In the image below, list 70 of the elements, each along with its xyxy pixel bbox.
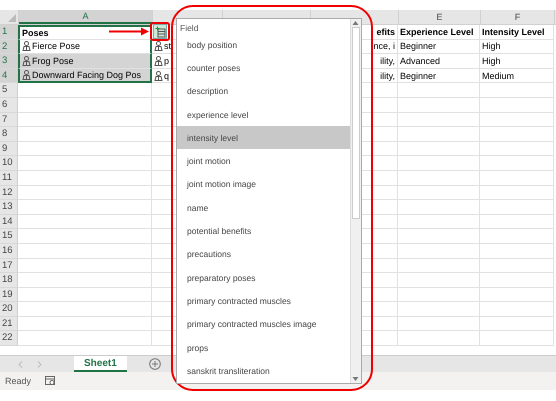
macro-record-icon[interactable] xyxy=(45,376,56,386)
field-list-button[interactable] xyxy=(153,24,167,39)
row-number[interactable]: 10 xyxy=(0,156,18,171)
row-number[interactable]: 19 xyxy=(0,288,18,302)
field-option[interactable]: sanskrit transliteration xyxy=(177,359,350,382)
cell-text: Fierce Pose xyxy=(32,41,80,52)
field-option[interactable]: props xyxy=(177,336,350,360)
pointer-arrow xyxy=(108,27,150,36)
cell-text: Poses xyxy=(22,28,49,38)
row-number[interactable]: 11 xyxy=(0,170,18,186)
field-option[interactable]: intensity level xyxy=(177,126,350,150)
row-number[interactable]: 18 xyxy=(0,273,18,288)
row-number[interactable]: 9 xyxy=(0,142,18,156)
field-option[interactable]: joint motion image xyxy=(177,172,350,196)
cell-text: High xyxy=(482,56,501,66)
row-number[interactable]: 14 xyxy=(0,214,18,230)
row-number[interactable]: 13 xyxy=(0,200,18,215)
cell-text: nce, i xyxy=(373,41,395,52)
dropdown-header: Field xyxy=(179,22,200,33)
scrollbar[interactable] xyxy=(350,19,361,383)
cell-text: efits xyxy=(376,26,395,37)
status-text: Ready xyxy=(5,376,32,386)
cell-text: Beginner xyxy=(400,41,436,52)
field-option[interactable]: body position xyxy=(177,33,350,56)
field-option[interactable]: precautions xyxy=(177,242,350,266)
cell-text: Advanced xyxy=(400,56,440,66)
scroll-thumb[interactable] xyxy=(352,27,360,219)
scroll-down-icon[interactable] xyxy=(351,375,360,383)
cell-text: p xyxy=(164,56,170,66)
column-header[interactable]: E xyxy=(399,10,481,24)
column-header[interactable]: F xyxy=(481,10,555,24)
row-number[interactable]: 15 xyxy=(0,229,18,244)
row-number[interactable]: 20 xyxy=(0,302,18,317)
cell-text: Frog Pose xyxy=(32,56,74,66)
row-number[interactable]: 21 xyxy=(0,316,18,332)
cell-text: Beginner xyxy=(400,70,436,81)
cell-text: Medium xyxy=(482,70,514,81)
row-number[interactable]: 7 xyxy=(0,112,18,128)
row-number[interactable]: 8 xyxy=(0,127,18,142)
field-option[interactable]: counter poses xyxy=(177,56,350,80)
field-option[interactable]: joint motion xyxy=(177,149,350,173)
row-number[interactable]: 3 xyxy=(0,54,18,69)
field-option[interactable]: name xyxy=(177,196,350,220)
row-number[interactable]: 6 xyxy=(0,98,18,113)
field-option[interactable]: experience level xyxy=(177,102,350,126)
field-option[interactable]: primary contracted muscles image xyxy=(177,312,350,336)
cell-text: ility, xyxy=(380,70,395,81)
field-option[interactable]: description xyxy=(177,80,350,103)
row-number[interactable]: 12 xyxy=(0,186,18,200)
field-option[interactable]: primary contracted muscles xyxy=(177,289,350,313)
field-option[interactable]: preparatory poses xyxy=(177,266,350,290)
row-number[interactable]: 2 xyxy=(0,40,18,54)
row-number[interactable]: 17 xyxy=(0,258,18,274)
column-header[interactable]: A xyxy=(19,10,153,24)
cell-text: High xyxy=(482,41,501,52)
cell-text: st xyxy=(164,41,172,52)
row-number[interactable]: 16 xyxy=(0,244,18,258)
cell-text: Experience Level xyxy=(400,26,474,37)
cell-text: Downward Facing Dog Pos xyxy=(32,70,142,80)
row-number[interactable]: 1 xyxy=(0,25,18,40)
row-number[interactable]: 22 xyxy=(0,331,18,346)
row-number[interactable]: 5 xyxy=(0,83,18,98)
add-list-icon xyxy=(154,26,166,38)
sheet-tab[interactable]: Sheet1 xyxy=(74,356,127,372)
cell-text: q xyxy=(164,70,170,81)
cell-text: Intensity Level xyxy=(482,26,545,37)
field-option[interactable]: potential benefits xyxy=(177,219,350,243)
row-number[interactable]: 4 xyxy=(0,68,18,84)
add-sheet-icon[interactable] xyxy=(148,358,161,370)
cell-text: ility, xyxy=(380,56,395,66)
